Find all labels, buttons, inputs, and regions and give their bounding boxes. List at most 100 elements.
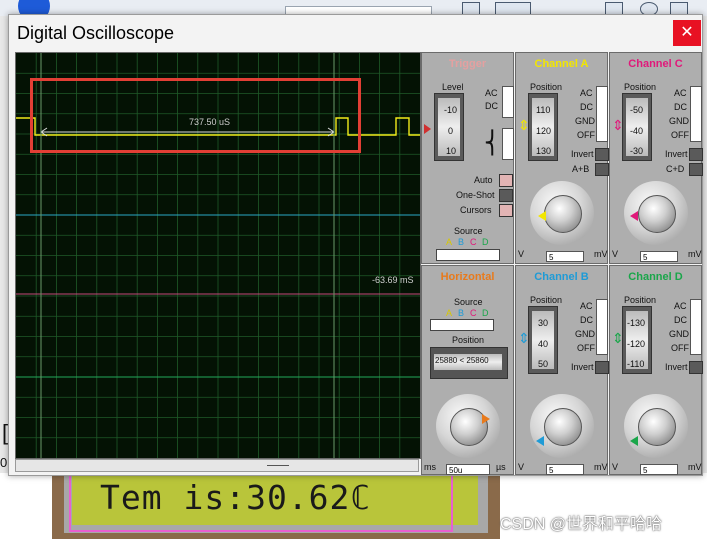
horizontal-unit-left: ms xyxy=(424,462,436,472)
channel-d-updown-icon: ⇕ xyxy=(612,330,624,346)
trigger-cursors-button[interactable] xyxy=(499,204,513,217)
channel-d-coupling-switch[interactable] xyxy=(690,299,702,355)
window-title: Digital Oscilloscope xyxy=(17,23,175,43)
trigger-source-slider[interactable] xyxy=(436,249,500,261)
channel-d-volts-field[interactable]: 5 xyxy=(640,464,678,475)
channel-c-coupling-dc[interactable]: DC xyxy=(674,102,687,112)
channel-c-combine-button[interactable] xyxy=(689,163,703,176)
channel-c-panel: Channel C Position -50 -40 -30 ⇕ AC DC G… xyxy=(609,52,703,264)
trigger-title: Trigger xyxy=(448,58,487,70)
channel-b-position-tick: 40 xyxy=(538,339,549,349)
channel-c-position-tick: -40 xyxy=(630,126,644,136)
trigger-coupling-dc[interactable]: DC xyxy=(485,101,498,111)
channel-b-coupling-switch[interactable] xyxy=(596,299,608,355)
channel-d-position-label: Position xyxy=(624,295,657,305)
channel-d-coupling-ac[interactable]: AC xyxy=(674,301,687,311)
channel-c-updown-icon: ⇕ xyxy=(612,117,624,133)
channel-b-title: Channel B xyxy=(534,271,589,283)
scope-display: 737.50 uS -63.69 mS xyxy=(15,52,421,459)
channel-c-coupling-off[interactable]: OFF xyxy=(671,130,689,140)
horizontal-panel: Horizontal Source A B C D Position 25880… xyxy=(421,265,514,475)
channel-c-coupling-switch[interactable] xyxy=(690,86,702,142)
display-scrollbar[interactable] xyxy=(15,459,419,472)
channel-d-coupling-off[interactable]: OFF xyxy=(671,343,689,353)
channel-b-coupling-dc[interactable]: DC xyxy=(580,315,593,325)
channel-a-position-tick: 130 xyxy=(536,146,552,156)
trigger-level-tick: 10 xyxy=(446,146,457,156)
channel-a-coupling-off[interactable]: OFF xyxy=(577,130,595,140)
channel-b-invert-button[interactable] xyxy=(595,361,609,374)
channel-d-invert-button[interactable] xyxy=(689,361,703,374)
trigger-source-a: A xyxy=(446,237,453,247)
channel-a-combine-button[interactable] xyxy=(595,163,609,176)
channel-a-position-tick: 110 xyxy=(536,105,551,115)
channel-c-combine-label: C+D xyxy=(666,164,685,174)
scrollbar-grip[interactable] xyxy=(267,465,289,466)
channel-a-coupling-ac[interactable]: AC xyxy=(580,88,593,98)
channel-a-volts-field[interactable]: 5 xyxy=(546,251,584,262)
channel-a-coupling-switch[interactable] xyxy=(596,86,608,142)
horizontal-position-label: Position xyxy=(452,335,485,345)
horizontal-dial-pointer-icon xyxy=(482,414,490,424)
channel-a-combine-label: A+B xyxy=(572,164,590,174)
channel-b-dial-cap-icon[interactable] xyxy=(544,408,582,446)
channel-a-coupling-gnd[interactable]: GND xyxy=(575,116,595,126)
channel-d-position-tick: -120 xyxy=(627,339,646,349)
watermark: CSDN @世界和平哈哈 xyxy=(500,516,663,533)
channel-d-title: Channel D xyxy=(628,271,683,283)
channel-b-coupling-off[interactable]: OFF xyxy=(577,343,595,353)
channel-b-dial-pointer-icon xyxy=(536,436,544,446)
channel-b-position-label: Position xyxy=(530,295,563,305)
channel-c-unit-left: V xyxy=(612,249,619,259)
channel-d-dial-pointer-icon xyxy=(630,436,638,446)
channel-d-coupling-gnd[interactable]: GND xyxy=(669,329,689,339)
channel-b-position-tick: 50 xyxy=(538,359,549,369)
channel-b-updown-icon: ⇕ xyxy=(518,330,530,346)
close-icon[interactable]: ✕ xyxy=(673,20,701,46)
channel-c-dial-cap-icon[interactable] xyxy=(638,195,676,233)
channel-d-position-tick: -130 xyxy=(627,318,646,328)
horizontal-source-slider[interactable] xyxy=(430,319,494,331)
channel-c-volts-field[interactable]: 5 xyxy=(640,251,678,262)
channel-c-invert-label: Invert xyxy=(665,149,688,159)
channel-a-invert-button[interactable] xyxy=(595,148,609,161)
channel-a-unit-right: mV xyxy=(594,249,608,259)
channel-c-dial-pointer-icon xyxy=(630,211,638,221)
trigger-oneshot-button[interactable] xyxy=(499,189,513,202)
channel-b-coupling-gnd[interactable]: GND xyxy=(575,329,595,339)
channel-a-dial-pointer-icon xyxy=(538,211,546,221)
channel-d-position-tick: -110 xyxy=(627,359,645,369)
trigger-edge-switch[interactable] xyxy=(502,128,514,160)
channel-b-coupling-ac[interactable]: AC xyxy=(580,301,593,311)
channel-c-invert-button[interactable] xyxy=(689,148,703,161)
trigger-level-label: Level xyxy=(442,82,464,92)
trigger-source-d: D xyxy=(482,237,489,247)
oscilloscope-window: Digital Oscilloscope ✕ 737.50 uS -63.69 … xyxy=(8,14,703,476)
trigger-coupling-switch[interactable] xyxy=(502,86,514,118)
trigger-level-marker-icon xyxy=(424,124,431,134)
channel-c-coupling-gnd[interactable]: GND xyxy=(669,116,689,126)
trigger-source-b: B xyxy=(458,237,465,247)
trigger-level-tick: 0 xyxy=(448,126,454,136)
trigger-auto-button[interactable] xyxy=(499,174,513,187)
channel-b-volts-field[interactable]: 5 xyxy=(546,464,584,475)
horizontal-time-field[interactable]: 50u xyxy=(446,464,490,475)
channel-c-coupling-ac[interactable]: AC xyxy=(674,88,687,98)
channel-a-position-label: Position xyxy=(530,82,563,92)
trigger-mode-cursors: Cursors xyxy=(460,205,492,215)
trigger-edge-icon[interactable]: ⎨ xyxy=(484,130,501,156)
trigger-coupling-ac[interactable]: AC xyxy=(485,88,498,98)
channel-d-coupling-dc[interactable]: DC xyxy=(674,315,687,325)
channel-a-coupling-dc[interactable]: DC xyxy=(580,102,593,112)
channel-a-panel: Channel A Position 110 120 130 ⇕ AC DC G… xyxy=(515,52,609,264)
channel-d-dial-cap-icon[interactable] xyxy=(638,408,676,446)
trigger-panel: Trigger Level -10 0 10 AC DC ⎨ Auto One-… xyxy=(421,52,514,264)
channel-a-dial-cap-icon[interactable] xyxy=(544,195,582,233)
channel-a-invert-label: Invert xyxy=(571,149,594,159)
horizontal-unit-right: µs xyxy=(496,462,506,472)
horizontal-source-d: D xyxy=(482,308,489,318)
horizontal-position-readout: 25880 < 25860 xyxy=(435,356,489,365)
trigger-mode-auto: Auto xyxy=(474,175,493,185)
channel-d-unit-right: mV xyxy=(688,462,702,472)
channel-d-unit-left: V xyxy=(612,462,619,472)
